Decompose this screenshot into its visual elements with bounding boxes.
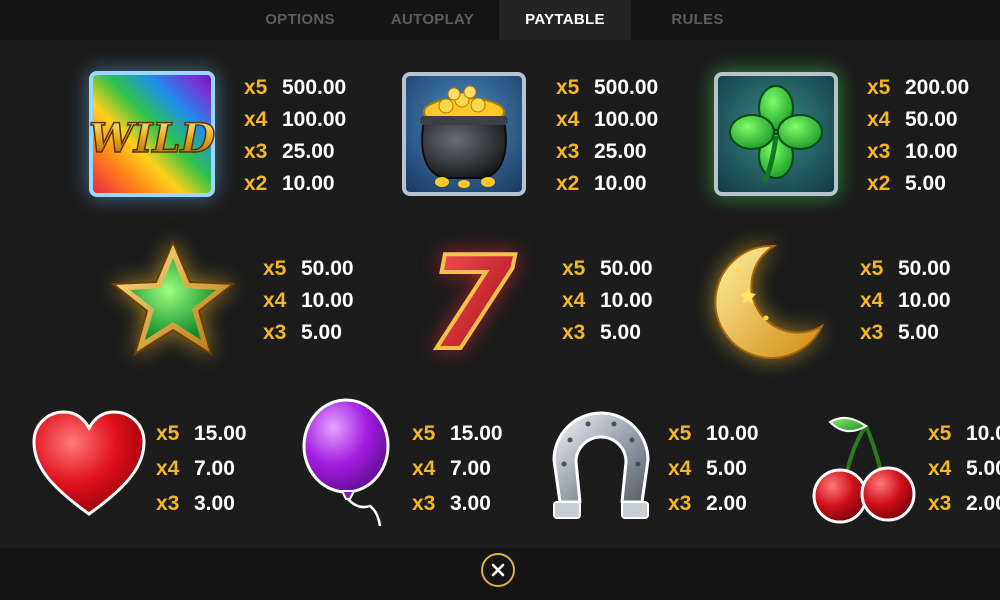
pay-list: x510.00 x45.00 x32.00 [928, 416, 1000, 521]
tab-rules[interactable]: RULES [635, 0, 760, 40]
pay-list: x5 15.00 x4 7.00 x3 3.00 [412, 416, 503, 521]
tab-autoplay[interactable]: AUTOPLAY [370, 0, 495, 40]
close-icon [491, 563, 505, 577]
pay-row-x3: x3 5.00 [562, 321, 641, 344]
lucky-seven-icon: 7 [424, 240, 517, 358]
pay-list: x5 500.00 x4 100.00 x3 25.00 x2 10.00 [556, 72, 658, 200]
pay-row-x3: x32.00 [928, 492, 1000, 515]
pay-list: x5 50.00 x4 10.00 x3 5.00 [562, 253, 653, 349]
crescent-moon-icon [714, 244, 825, 359]
pay-row-x5: x510.00 [668, 422, 759, 445]
pay-row-x4: x4 10.00 [860, 289, 951, 312]
pay-row-x4: x4 7.00 [156, 457, 235, 480]
pay-list: x5 50.00 x4 10.00 x3 5.00 [860, 253, 951, 349]
pay-list: x5 50.00 x4 10.00 x3 5.00 [263, 253, 354, 349]
pay-row-x4: x45.00 [668, 457, 747, 480]
pay-row-x3: x3 25.00 [556, 140, 647, 163]
pay-row-x2: x2 10.00 [244, 172, 335, 195]
pay-row-x3: x3 3.00 [412, 492, 491, 515]
pay-row-x3: x3 25.00 [244, 140, 335, 163]
pay-row-x2: x2 5.00 [867, 172, 946, 195]
paytable-item-cherry: x510.00 x45.00 x32.00 [806, 408, 1000, 538]
pay-row-x3: x3 5.00 [860, 321, 939, 344]
pay-row-x3: x3 3.00 [156, 492, 235, 515]
pay-row-x5: x5 500.00 [556, 76, 659, 99]
pay-row-x5: x5 50.00 [263, 257, 354, 280]
pay-list: x5 200.00 x4 50.00 x3 10.00 x2 5.00 [867, 72, 969, 200]
pay-row-x5: x5 200.00 [867, 76, 970, 99]
pay-row-x3: x32.00 [668, 492, 747, 515]
wild-icon: WILD [88, 71, 216, 197]
close-button[interactable] [481, 553, 515, 587]
pay-list: x5 15.00 x4 7.00 x3 3.00 [156, 416, 247, 521]
pay-row-x3: x3 10.00 [867, 140, 958, 163]
pay-row-x4: x45.00 [928, 457, 1000, 480]
pay-row-x4: x4 10.00 [562, 289, 653, 312]
horseshoe-icon [552, 411, 650, 519]
pay-list: x510.00 x45.00 x32.00 [668, 416, 759, 521]
seven-glyph: 7 [426, 240, 515, 358]
pay-row-x5: x5 500.00 [244, 76, 347, 99]
pay-row-x5: x510.00 [928, 422, 1000, 445]
cherry-icon [812, 416, 916, 524]
balloon-icon [302, 398, 390, 527]
tab-paytable[interactable]: PAYTABLE [499, 0, 631, 40]
four-leaf-clover-icon [714, 72, 838, 196]
pay-row-x5: x5 15.00 [412, 422, 503, 445]
pay-row-x4: x4 100.00 [556, 108, 659, 131]
pay-row-x4: x4 7.00 [412, 457, 491, 480]
tab-bar: OPTIONS AUTOPLAY PAYTABLE RULES [0, 0, 1000, 40]
green-star-icon [110, 239, 236, 357]
pay-row-x4: x4 50.00 [867, 108, 958, 131]
pay-row-x5: x5 50.00 [860, 257, 951, 280]
pay-row-x4: x4 100.00 [244, 108, 347, 131]
pay-list: x5 500.00 x4 100.00 x3 25.00 x2 10.00 [244, 72, 346, 200]
pay-row-x2: x2 10.00 [556, 172, 647, 195]
wild-label: WILD [89, 115, 216, 162]
pay-row-x3: x3 5.00 [263, 321, 342, 344]
pay-row-x5: x5 50.00 [562, 257, 653, 280]
pay-row-x4: x4 10.00 [263, 289, 354, 312]
heart-icon [32, 410, 146, 516]
pot-of-gold-icon [402, 72, 526, 196]
tab-options[interactable]: OPTIONS [240, 0, 360, 40]
pay-row-x5: x5 15.00 [156, 422, 247, 445]
